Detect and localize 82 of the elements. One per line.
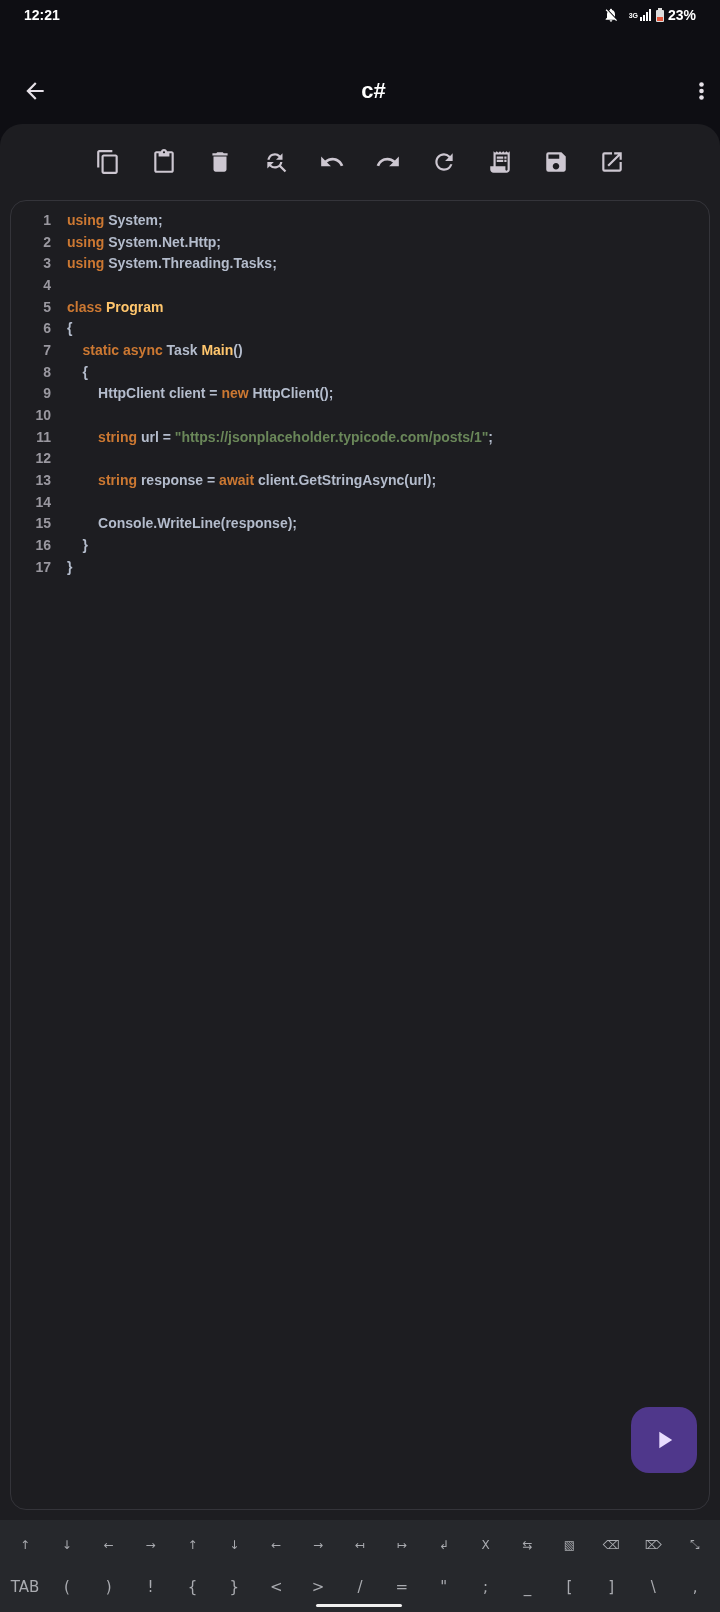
- code-line: string url = "https://jsonplaceholder.typicode.com/posts/1";: [97, 428, 493, 445]
- keyboard-key[interactable]: →: [129, 1526, 172, 1564]
- line-number: 9: [42, 385, 51, 402]
- line-number: 17: [34, 558, 51, 575]
- keyboard-key[interactable]: ]: [590, 1568, 633, 1606]
- line-number: 10: [34, 407, 51, 424]
- keyboard-key[interactable]: ": [422, 1568, 465, 1606]
- keyboard-key[interactable]: ;: [464, 1568, 507, 1606]
- status-time: 12:21: [24, 7, 60, 23]
- keyboard-key[interactable]: ▧: [548, 1526, 591, 1564]
- receipt-button[interactable]: [487, 149, 513, 175]
- copy-button[interactable]: [95, 149, 121, 175]
- code-line: HttpClient client = new HttpClient();: [97, 385, 334, 402]
- keyboard-key[interactable]: _: [506, 1568, 549, 1606]
- keyboard-key[interactable]: (: [45, 1568, 88, 1606]
- keyboard-key[interactable]: <: [255, 1568, 298, 1606]
- save-icon: [543, 149, 569, 175]
- paste-button[interactable]: [151, 149, 177, 175]
- keyboard-key[interactable]: [: [548, 1568, 591, 1606]
- app-title: c#: [361, 78, 386, 104]
- open-external-button[interactable]: [599, 149, 625, 175]
- more-menu-button[interactable]: [697, 80, 706, 102]
- keyboard-key[interactable]: \: [632, 1568, 675, 1606]
- battery-icon: [655, 8, 664, 22]
- keyboard-key[interactable]: →: [297, 1526, 340, 1564]
- keyboard-key[interactable]: ↓: [213, 1526, 256, 1564]
- line-number: 4: [42, 276, 51, 293]
- line-number: 1: [42, 211, 51, 228]
- code-line: using System;: [67, 211, 163, 228]
- keyboard-key[interactable]: ↤: [339, 1526, 381, 1564]
- battery-percent: 23%: [667, 7, 696, 23]
- keyboard-key[interactable]: ↑: [171, 1526, 214, 1564]
- keyboard-key[interactable]: ↑: [4, 1526, 46, 1564]
- keyboard-key[interactable]: >: [297, 1568, 340, 1606]
- keyboard-key[interactable]: ⌦: [632, 1526, 675, 1564]
- keyboard-key[interactable]: TAB: [4, 1568, 46, 1606]
- open-external-icon: [599, 149, 625, 175]
- keyboard-key[interactable]: ↓: [45, 1526, 88, 1564]
- keyboard-key[interactable]: ,: [674, 1568, 716, 1606]
- more-vertical-icon: [699, 82, 704, 100]
- keyboard-key[interactable]: /: [339, 1568, 381, 1606]
- code-line: }: [67, 558, 73, 575]
- keyboard-key[interactable]: ↲: [422, 1526, 465, 1564]
- keyboard-key[interactable]: ⤡: [674, 1526, 716, 1564]
- line-number: 14: [34, 493, 51, 510]
- signal-icon: [639, 9, 652, 21]
- code-line: {: [81, 363, 88, 380]
- line-number: 5: [42, 298, 51, 315]
- code-line: using System.Threading.Tasks;: [67, 255, 277, 272]
- keyboard-key[interactable]: {: [171, 1568, 214, 1606]
- line-number: 8: [42, 363, 51, 380]
- code-line: class Program: [67, 298, 164, 315]
- code-line: string response = await client.GetStringAsync(url);: [97, 472, 437, 489]
- save-button[interactable]: [543, 149, 569, 175]
- paste-icon: [151, 149, 177, 175]
- keyboard-key[interactable]: ←: [255, 1526, 298, 1564]
- keyboard-key[interactable]: X: [464, 1526, 507, 1564]
- line-number: 6: [42, 320, 51, 337]
- code-line: static async Task Main(): [81, 341, 243, 358]
- code-line: }: [81, 537, 88, 554]
- line-number: 16: [34, 537, 51, 554]
- code-line: {: [67, 320, 73, 337]
- keyboard-key[interactable]: ⇆: [506, 1526, 549, 1564]
- keyboard-key[interactable]: ↦: [380, 1526, 423, 1564]
- line-number: 11: [35, 428, 51, 445]
- line-number: 13: [34, 472, 51, 489]
- keyboard-key[interactable]: ⌫: [590, 1526, 633, 1564]
- keyboard-key[interactable]: =: [380, 1568, 423, 1606]
- receipt-icon: [487, 149, 513, 175]
- line-number: 2: [42, 233, 51, 250]
- run-button[interactable]: [631, 1407, 697, 1473]
- copy-icon: [95, 149, 121, 175]
- line-number: 15: [34, 515, 51, 532]
- code-line: Console.WriteLine(response);: [97, 515, 297, 532]
- keyboard-key[interactable]: ←: [87, 1526, 130, 1564]
- line-number: 12: [34, 450, 51, 467]
- keyboard-key[interactable]: !: [129, 1568, 172, 1606]
- keyboard-key[interactable]: }: [213, 1568, 256, 1606]
- keyboard-key[interactable]: ): [87, 1568, 130, 1606]
- code-line: using System.Net.Http;: [67, 233, 222, 250]
- line-number: 7: [42, 341, 51, 358]
- line-number: 3: [42, 255, 51, 272]
